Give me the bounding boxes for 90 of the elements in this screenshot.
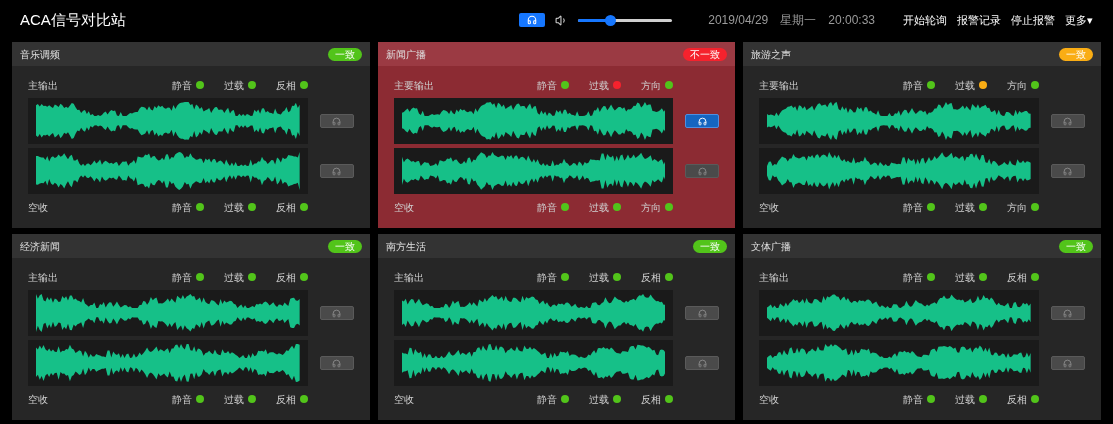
status-badge: 一致 (693, 239, 728, 253)
channel-label: 主要输出 (393, 78, 434, 93)
status-badge: 一致 (327, 239, 362, 253)
headphones-icon (1063, 116, 1073, 126)
indicator-label: 静音 (903, 78, 923, 93)
indicator-label: 过载 (955, 200, 975, 215)
indicator-label: 方向 (1007, 78, 1027, 93)
menu-item[interactable]: 停止报警 (1011, 11, 1055, 29)
listen-button[interactable] (319, 356, 354, 370)
headphones-icon (332, 358, 342, 368)
listen-button[interactable] (319, 114, 354, 128)
indicator-label: 反相 (275, 78, 296, 93)
channel-label: 主输出 (28, 270, 58, 285)
indicator-label: 静音 (171, 200, 192, 215)
menu-item[interactable]: 更多▾ (1065, 11, 1093, 29)
channel-label: 空收 (759, 200, 780, 215)
indicator-label: 反相 (641, 392, 662, 407)
listen-button[interactable] (319, 164, 354, 178)
headphones-icon (1063, 358, 1073, 368)
panel-title: 经济新闻 (20, 239, 60, 254)
channel-label: 主输出 (28, 78, 58, 93)
channel-label: 空收 (759, 392, 780, 407)
indicator-label: 静音 (537, 78, 558, 93)
indicator-label: 静音 (903, 200, 923, 215)
indicator-label: 静音 (537, 270, 558, 285)
indicator-label: 过载 (589, 78, 610, 93)
status-badge: 不一致 (683, 47, 728, 61)
slider-thumb[interactable] (605, 14, 617, 26)
indicator-label: 过载 (223, 392, 244, 407)
headphones-icon (1063, 166, 1073, 176)
indicator-label: 方向 (641, 200, 662, 215)
weekday-text: 星期一 (780, 12, 817, 29)
indicator-label: 过载 (223, 270, 244, 285)
status-badge: 一致 (327, 47, 362, 61)
headphones-icon (697, 308, 707, 318)
indicator-label: 反相 (275, 200, 296, 215)
headphones-icon (332, 116, 342, 126)
status-badge: 一致 (1059, 47, 1093, 61)
indicator-label: 反相 (1007, 392, 1027, 407)
indicator-label: 静音 (171, 392, 192, 407)
channel-label: 空收 (393, 392, 414, 407)
indicator-label: 反相 (641, 270, 662, 285)
monitor-button[interactable] (519, 13, 546, 27)
panel-title: 新闻广播 (385, 47, 426, 62)
indicator-label: 过载 (589, 270, 610, 285)
listen-button[interactable] (685, 306, 720, 320)
indicator-label: 方向 (641, 78, 662, 93)
indicator-label: 反相 (1007, 270, 1027, 285)
indicator-label: 过载 (955, 78, 975, 93)
status-badge: 一致 (1059, 239, 1093, 253)
panel-title: 音乐调频 (20, 47, 60, 62)
channel-label: 空收 (393, 200, 414, 215)
channel-label: 主要输出 (759, 78, 800, 93)
headphones-icon (697, 166, 707, 176)
time-text: 20:00:33 (828, 12, 875, 29)
indicator-label: 过载 (955, 392, 975, 407)
menu-item[interactable]: 报警记录 (957, 11, 1001, 29)
app-title: ACA信号对比站 (20, 9, 126, 30)
channel-label: 主输出 (759, 270, 790, 285)
indicator-label: 过载 (955, 270, 975, 285)
panel-title: 南方生活 (385, 239, 426, 254)
panel-title: 文体广播 (751, 239, 792, 254)
indicator-label: 过载 (589, 392, 610, 407)
listen-button[interactable] (685, 356, 720, 370)
indicator-label: 方向 (1007, 200, 1027, 215)
indicator-label: 静音 (537, 392, 558, 407)
indicator-label: 过载 (223, 200, 244, 215)
headphones-icon (527, 15, 538, 25)
indicator-label: 反相 (275, 392, 296, 407)
headphones-icon (332, 166, 342, 176)
indicator-label: 静音 (171, 78, 192, 93)
indicator-label: 静音 (903, 270, 923, 285)
indicator-label: 静音 (537, 200, 558, 215)
date-text: 2019/04/29 (708, 12, 769, 29)
indicator-label: 静音 (903, 392, 923, 407)
panel-title: 旅游之声 (751, 47, 792, 62)
listen-button[interactable] (685, 114, 720, 128)
channel-label: 空收 (28, 392, 48, 407)
channel-label: 空收 (28, 200, 48, 215)
indicator-label: 过载 (223, 78, 244, 93)
listen-button[interactable] (319, 306, 354, 320)
headphones-icon (332, 308, 342, 318)
headphones-icon (697, 358, 707, 368)
channel-label: 主输出 (393, 270, 424, 285)
headphones-icon (1063, 308, 1073, 318)
menu-item[interactable]: 开始轮询 (903, 11, 947, 29)
headphones-icon (697, 116, 707, 126)
indicator-label: 反相 (275, 270, 296, 285)
indicator-label: 静音 (171, 270, 192, 285)
indicator-label: 过载 (589, 200, 610, 215)
